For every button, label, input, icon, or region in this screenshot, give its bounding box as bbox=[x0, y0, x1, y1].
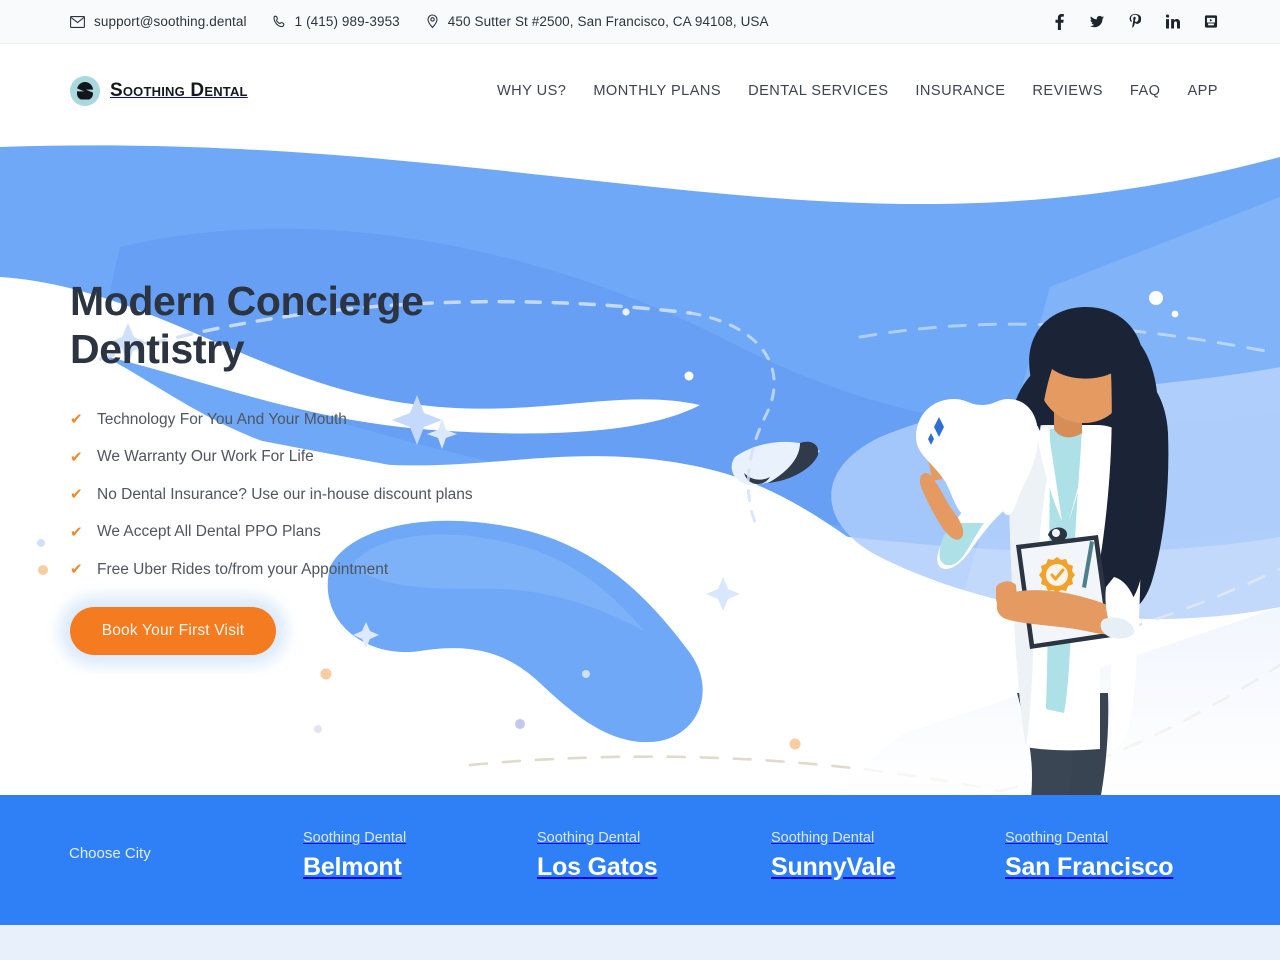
nav-item-why-us[interactable]: WHY US? bbox=[497, 83, 566, 99]
feature-list: ✔ Technology For You And Your Mouth ✔ We… bbox=[70, 412, 630, 578]
topbar-contact-group: support@soothing.dental 1 (415) 989-3953… bbox=[0, 14, 769, 29]
hero-content: Modern Concierge Dentistry ✔ Technology … bbox=[59, 277, 630, 667]
choose-city-label: Choose City bbox=[69, 845, 151, 862]
city-name: San Francisco bbox=[1005, 852, 1174, 881]
top-utility-bar: support@soothing.dental 1 (415) 989-3953… bbox=[0, 0, 1280, 44]
envelope-icon bbox=[70, 15, 85, 28]
list-item: ✔ We Accept All Dental PPO Plans bbox=[70, 524, 630, 540]
check-icon: ✔ bbox=[70, 411, 83, 428]
feature-text: We Accept All Dental PPO Plans bbox=[97, 523, 321, 541]
feature-text: Technology For You And Your Mouth bbox=[97, 410, 347, 428]
hero-title-line2: Dentistry bbox=[70, 326, 245, 373]
hero-section: Modern Concierge Dentistry ✔ Technology … bbox=[0, 137, 1280, 795]
logo[interactable]: Soothing Dental bbox=[0, 75, 248, 106]
list-item: ✔ No Dental Insurance? Use our in-house … bbox=[70, 487, 630, 503]
social-links bbox=[1052, 13, 1218, 30]
nav-item-monthly-plans[interactable]: MONTHLY PLANS bbox=[593, 83, 721, 99]
hero-title-line1: Modern Concierge bbox=[70, 278, 424, 324]
city-sub-label: Soothing Dental bbox=[303, 830, 407, 846]
linkedin-icon[interactable] bbox=[1166, 14, 1180, 30]
main-nav: WHY US? MONTHLY PLANS DENTAL SERVICES IN… bbox=[497, 83, 1218, 99]
nav-item-reviews[interactable]: REVIEWS bbox=[1032, 83, 1102, 99]
city-item-san-francisco[interactable]: Soothing Dental San Francisco bbox=[1005, 830, 1174, 883]
check-icon: ✔ bbox=[70, 448, 83, 466]
feature-text: Free Uber Rides to/from your Appointment bbox=[97, 560, 389, 578]
city-name: Belmont bbox=[303, 852, 402, 881]
tooth-logo-icon bbox=[70, 75, 100, 106]
list-item: ✔ We Warranty Our Work For Life bbox=[70, 449, 630, 465]
page-bottom-strip bbox=[0, 925, 1280, 960]
nav-item-insurance[interactable]: INSURANCE bbox=[915, 83, 1005, 99]
topbar-address-text: 450 Sutter St #2500, San Francisco, CA 9… bbox=[447, 14, 769, 29]
city-item-belmont[interactable]: Soothing Dental Belmont bbox=[303, 830, 407, 883]
topbar-email-text: support@soothing.dental bbox=[94, 14, 247, 29]
map-pin-icon bbox=[426, 14, 439, 29]
cta-wrapper: Book Your First Visit bbox=[59, 596, 287, 667]
topbar-phone-text: 1 (415) 989-3953 bbox=[294, 14, 400, 29]
check-icon: ✔ bbox=[70, 561, 83, 578]
site-header: Soothing Dental WHY US? MONTHLY PLANS DE… bbox=[0, 44, 1280, 137]
city-item-los-gatos[interactable]: Soothing Dental Los Gatos bbox=[537, 830, 658, 883]
nav-item-app[interactable]: APP bbox=[1187, 83, 1218, 99]
book-first-visit-button[interactable]: Book Your First Visit bbox=[70, 607, 276, 656]
brand-name: Soothing Dental bbox=[110, 79, 248, 101]
city-sub-label: Soothing Dental bbox=[771, 830, 875, 846]
facebook-icon[interactable] bbox=[1052, 13, 1066, 30]
feature-text: We Warranty Our Work For Life bbox=[97, 448, 314, 466]
nav-item-dental-services[interactable]: DENTAL SERVICES bbox=[748, 83, 888, 99]
check-icon: ✔ bbox=[70, 523, 83, 541]
city-sub-label: Soothing Dental bbox=[537, 830, 641, 846]
nav-item-faq[interactable]: FAQ bbox=[1130, 83, 1161, 99]
topbar-phone[interactable]: 1 (415) 989-3953 bbox=[273, 14, 400, 29]
city-name: SunnyVale bbox=[771, 852, 896, 881]
page-root: support@soothing.dental 1 (415) 989-3953… bbox=[0, 0, 1280, 960]
page-title: Modern Concierge Dentistry bbox=[70, 277, 630, 374]
topbar-email[interactable]: support@soothing.dental bbox=[70, 14, 247, 29]
youtube-icon[interactable] bbox=[1204, 14, 1218, 30]
city-name: Los Gatos bbox=[537, 852, 658, 881]
feature-text: No Dental Insurance? Use our in-house di… bbox=[97, 485, 473, 503]
pinterest-icon[interactable] bbox=[1128, 13, 1142, 30]
twitter-icon[interactable] bbox=[1090, 14, 1104, 30]
city-selector-bar: Choose City Soothing Dental Belmont Soot… bbox=[0, 795, 1280, 925]
phone-icon bbox=[273, 15, 286, 29]
list-item: ✔ Free Uber Rides to/from your Appointme… bbox=[70, 562, 630, 578]
city-sub-label: Soothing Dental bbox=[1005, 830, 1109, 846]
city-item-sunnyvale[interactable]: Soothing Dental SunnyVale bbox=[771, 830, 896, 883]
topbar-address[interactable]: 450 Sutter St #2500, San Francisco, CA 9… bbox=[426, 14, 769, 29]
list-item: ✔ Technology For You And Your Mouth bbox=[70, 412, 630, 428]
check-icon: ✔ bbox=[70, 486, 83, 503]
